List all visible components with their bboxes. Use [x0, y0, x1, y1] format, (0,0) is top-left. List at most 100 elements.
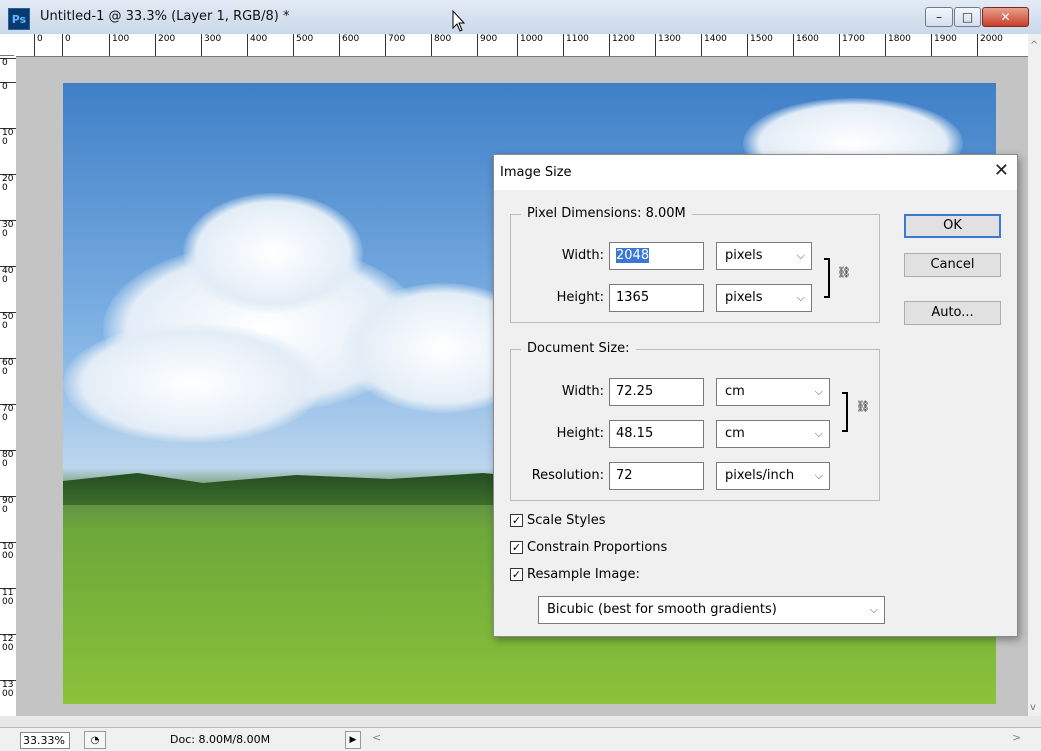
checkmark-icon: ✓: [510, 541, 523, 554]
doc-width-input[interactable]: 72.25: [609, 378, 704, 406]
doc-height-unit-select[interactable]: cm ⌵: [716, 420, 830, 448]
chevron-down-icon: ⌵: [796, 249, 805, 262]
mouse-cursor-icon: [452, 10, 466, 32]
chevron-down-icon: ⌵: [814, 385, 823, 398]
scroll-right-arrow-icon[interactable]: >: [1012, 731, 1021, 744]
ruler-h-tick: 1600: [793, 34, 819, 56]
ruler-h-tick: 400: [247, 34, 267, 56]
vertical-scrollbar[interactable]: ^ v: [1028, 34, 1041, 716]
horizontal-ruler[interactable]: 0 0 100 200 300 400 500 600 700 800 900 1000 1100 120…: [14, 34, 1028, 57]
pixel-width-value: 2048: [616, 248, 650, 263]
ruler-h-tick: 1000: [517, 34, 543, 56]
ruler-h-tick: 900: [477, 34, 497, 56]
doc-width-unit: cm: [725, 384, 745, 399]
ruler-v-tick: 1300: [0, 680, 16, 699]
ruler-h-tick: 0: [62, 34, 71, 56]
minimize-button[interactable]: –: [925, 7, 953, 27]
constrain-proportions-checkbox[interactable]: ✓ Constrain Proportions: [510, 540, 667, 555]
chevron-down-icon: ⌵: [814, 427, 823, 440]
ruler-v-tick: 600: [0, 358, 16, 377]
checkmark-icon: ✓: [510, 514, 523, 527]
scale-styles-label: Scale Styles: [527, 513, 606, 528]
resample-method-select[interactable]: Bicubic (best for smooth gradients) ⌵: [538, 596, 885, 624]
dialog-close-icon[interactable]: ✕: [994, 160, 1009, 181]
ruler-h-tick: 1800: [885, 34, 911, 56]
ruler-h-tick: 600: [339, 34, 359, 56]
resolution-input[interactable]: 72: [609, 462, 704, 490]
ruler-v-tick: 300: [0, 220, 16, 239]
ruler-v-tick: 500: [0, 312, 16, 331]
ok-button[interactable]: OK: [904, 214, 1001, 238]
ruler-h-tick: 0: [34, 34, 43, 56]
pixel-width-unit: pixels: [725, 248, 763, 263]
ruler-v-tick: 700: [0, 404, 16, 423]
resample-method-value: Bicubic (best for smooth gradients): [547, 602, 777, 617]
auto-button[interactable]: Auto...: [904, 301, 1001, 325]
chain-link-icon: ⛓: [856, 400, 870, 413]
resample-image-checkbox[interactable]: ✓ Resample Image:: [510, 567, 640, 582]
dialog-title-bar[interactable]: Image Size ✕: [494, 155, 1017, 190]
ruler-v-tick: 400: [0, 266, 16, 285]
ruler-h-tick: 300: [201, 34, 221, 56]
pixel-width-unit-select[interactable]: pixels ⌵: [716, 242, 812, 270]
ruler-v-tick: 1200: [0, 634, 16, 653]
ruler-h-tick: 2000: [977, 34, 1003, 56]
chain-link-icon: ⛓: [837, 266, 851, 279]
zoom-level-field[interactable]: 33.33%: [20, 732, 70, 749]
title-bar[interactable]: Ps Untitled-1 @ 33.3% (Layer 1, RGB/8) *…: [0, 0, 1041, 34]
resolution-unit-select[interactable]: pixels/inch ⌵: [716, 462, 830, 490]
ruler-h-tick: 800: [431, 34, 451, 56]
vertical-ruler[interactable]: 0 0 100 200 300 400 500 600 700 800 900 1000 1100 120…: [0, 56, 17, 716]
scale-styles-checkbox[interactable]: ✓ Scale Styles: [510, 513, 606, 528]
image-size-dialog: Image Size ✕ Pixel Dimensions: 8.00M Wid…: [493, 154, 1018, 637]
ruler-h-tick: 1500: [747, 34, 773, 56]
resolution-unit: pixels/inch: [725, 468, 795, 483]
constrain-proportions-label: Constrain Proportions: [527, 540, 668, 555]
photoshop-app-icon: Ps: [8, 8, 30, 30]
ruler-h-tick: 1700: [839, 34, 865, 56]
pixel-height-input[interactable]: 1365: [609, 284, 704, 312]
ruler-h-tick: 1100: [563, 34, 589, 56]
window-title: Untitled-1 @ 33.3% (Layer 1, RGB/8) *: [40, 9, 290, 24]
ruler-h-tick: 100: [109, 34, 129, 56]
status-menu-arrow-icon[interactable]: ▶: [345, 731, 361, 749]
doc-link-bracket: [842, 392, 848, 432]
pixel-dimensions-legend: Pixel Dimensions: 8.00M: [521, 206, 692, 221]
cancel-button[interactable]: Cancel: [904, 253, 1001, 277]
ruler-h-tick: 1200: [609, 34, 635, 56]
resolution-label: Resolution:: [531, 468, 604, 483]
doc-height-label: Height:: [556, 426, 604, 441]
pixel-link-bracket: [824, 258, 830, 298]
doc-width-unit-select[interactable]: cm ⌵: [716, 378, 830, 406]
ruler-v-tick: 900: [0, 496, 16, 515]
chevron-down-icon: ⌵: [796, 291, 805, 304]
horizontal-scrollbar-track[interactable]: [0, 716, 1041, 727]
pixel-width-label: Width:: [561, 248, 604, 263]
pixel-height-unit-select[interactable]: pixels ⌵: [716, 284, 812, 312]
ruler-v-tick: 0: [0, 58, 16, 68]
doc-width-label: Width:: [561, 384, 604, 399]
ruler-v-tick: 800: [0, 450, 16, 469]
pixel-height-label: Height:: [556, 290, 604, 305]
status-bar-info-icon[interactable]: ◔: [84, 731, 106, 749]
status-bar: [0, 727, 1041, 751]
maximize-button[interactable]: □: [954, 7, 981, 27]
close-button[interactable]: ✕: [982, 7, 1029, 27]
ruler-h-tick: 500: [293, 34, 313, 56]
ruler-v-tick: 1000: [0, 542, 16, 561]
pixel-width-input[interactable]: 2048: [609, 242, 704, 270]
doc-height-input[interactable]: 48.15: [609, 420, 704, 448]
ruler-h-tick: 700: [385, 34, 405, 56]
ruler-h-tick: 1900: [931, 34, 957, 56]
document-size-info: Doc: 8.00M/8.00M: [170, 733, 271, 746]
ruler-h-tick: 200: [155, 34, 175, 56]
scroll-left-arrow-icon[interactable]: <: [372, 731, 381, 744]
ruler-h-tick: 1400: [701, 34, 727, 56]
ruler-v-tick: 0: [0, 82, 16, 92]
doc-height-unit: cm: [725, 426, 745, 441]
chevron-down-icon: ⌵: [814, 469, 823, 482]
ruler-v-tick: 200: [0, 174, 16, 193]
ruler-v-tick: 1100: [0, 588, 16, 607]
ruler-v-tick: 100: [0, 128, 16, 147]
ruler-h-tick: 1300: [655, 34, 681, 56]
